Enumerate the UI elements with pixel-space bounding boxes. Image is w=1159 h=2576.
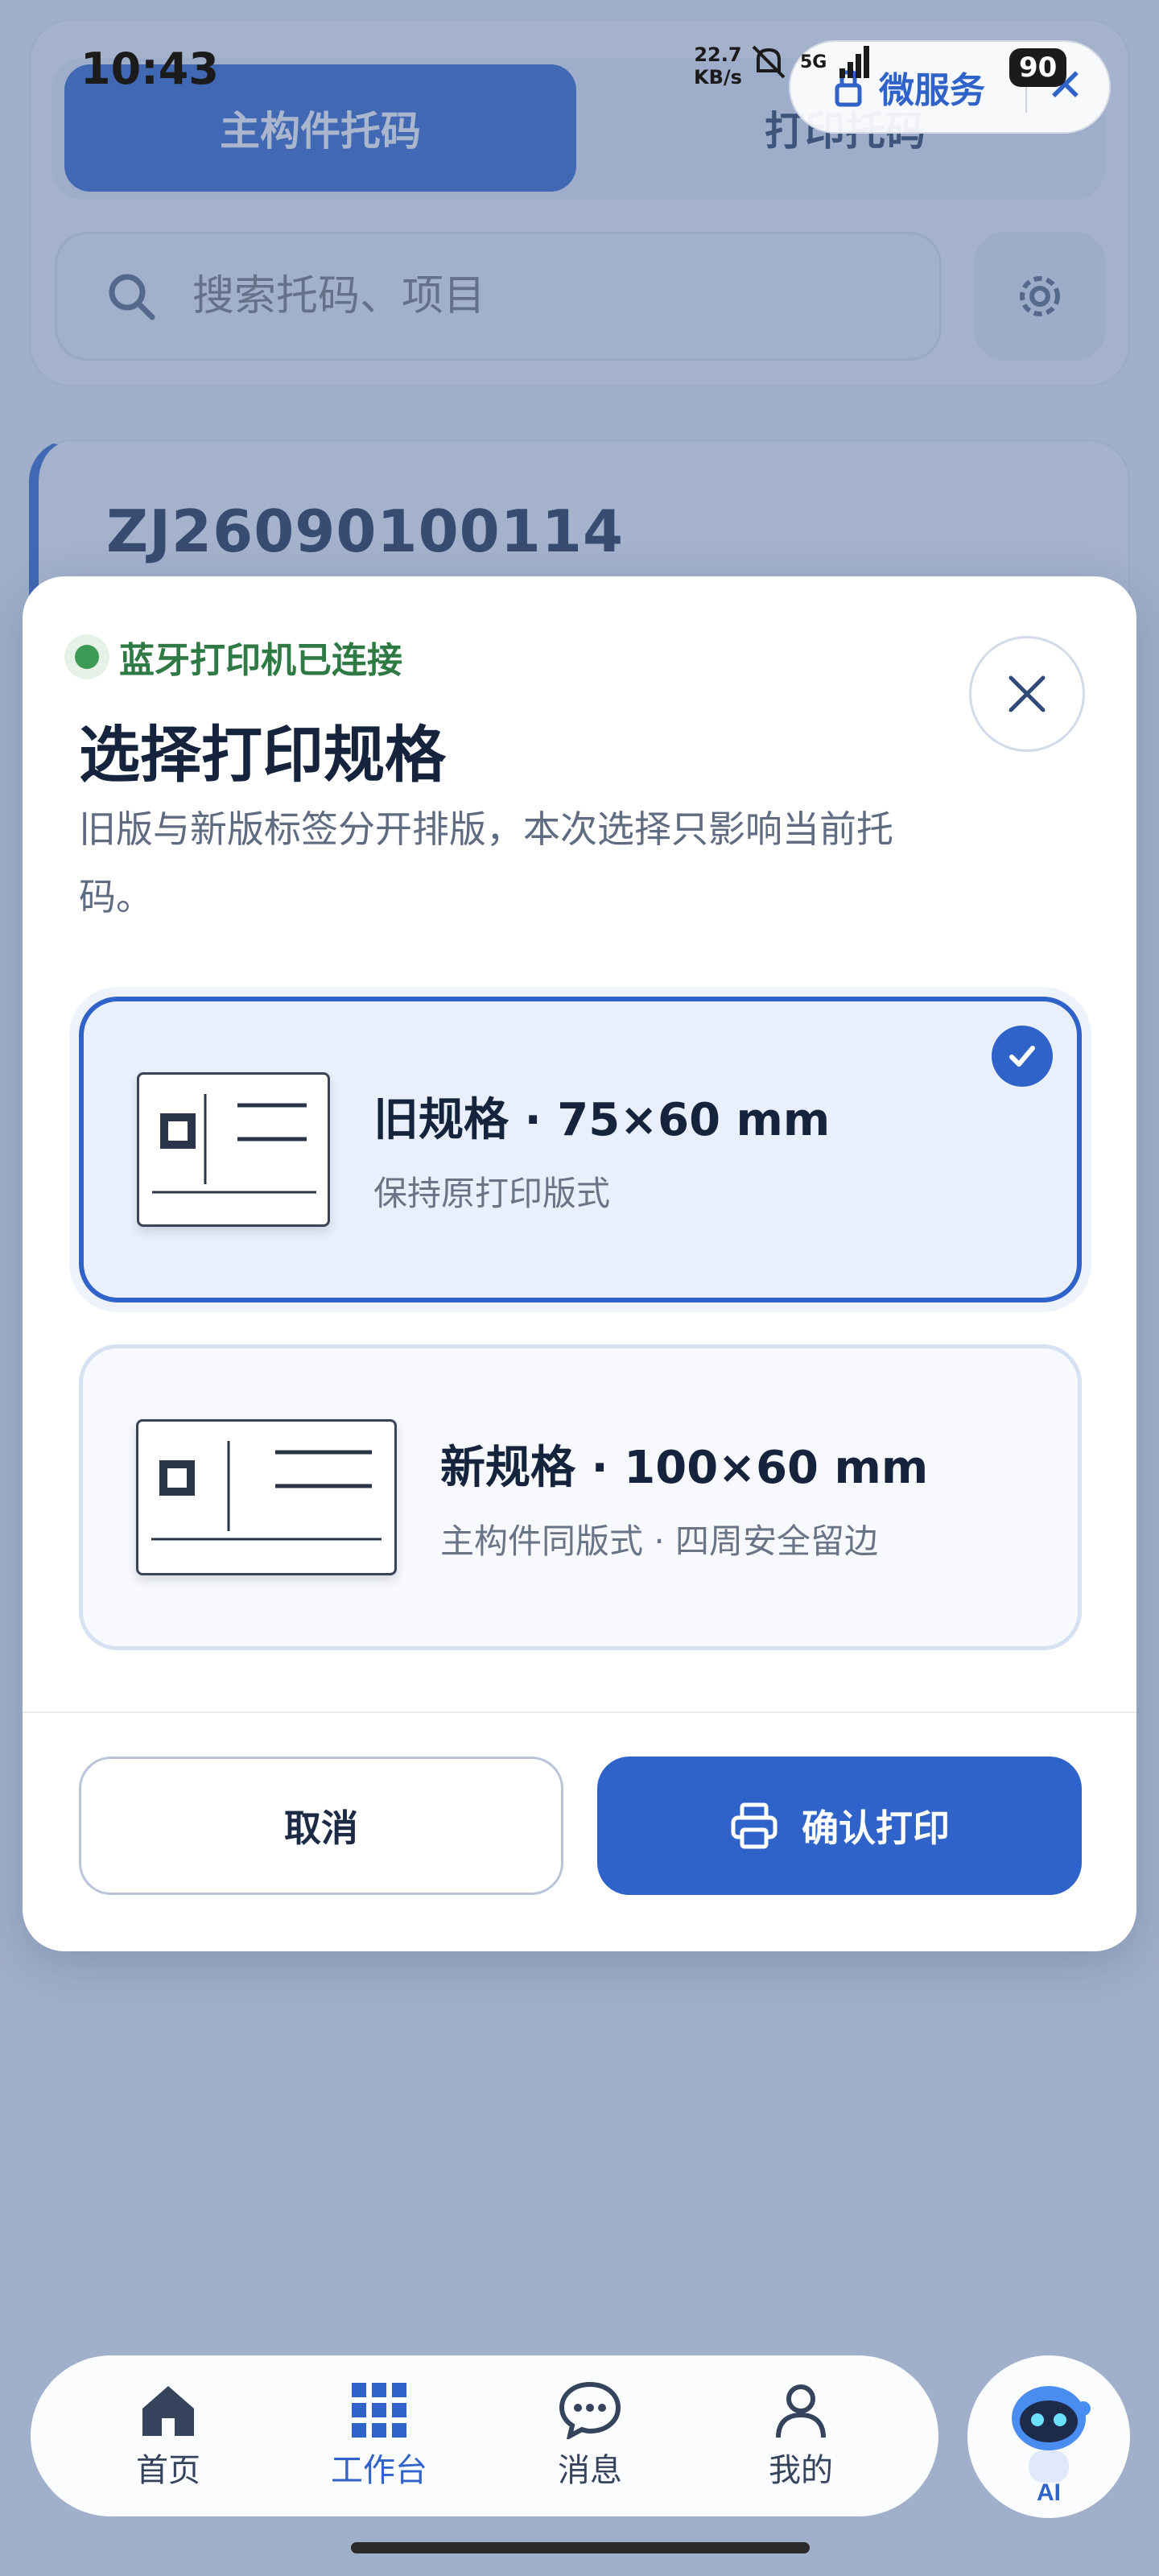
battery-indicator: 90: [1009, 48, 1067, 87]
status-bar: 10:43 22.7 KB/s 5G: [0, 0, 1159, 121]
status-dot-icon: [64, 634, 109, 679]
label-layout-icon: [152, 1094, 316, 1194]
tab-home[interactable]: 首页: [72, 2381, 265, 2491]
option-new-spec[interactable]: 新规格 · 100×60 mm 主构件同版式 · 四周安全留边: [79, 1344, 1082, 1650]
cancel-button[interactable]: 取消: [79, 1757, 563, 1895]
grid-icon: [352, 2383, 406, 2438]
home-indicator: [351, 2542, 810, 2553]
tab-profile[interactable]: 我的: [704, 2381, 897, 2491]
tab-label-home: 首页: [136, 2452, 200, 2489]
robot-assistant-icon: AI: [1012, 2386, 1091, 2505]
label-layout-icon: [151, 1441, 382, 1541]
user-icon: [776, 2384, 826, 2438]
confirm-print-button[interactable]: 确认打印: [597, 1757, 1082, 1895]
option-old-spec[interactable]: 旧规格 · 75×60 mm 保持原打印版式: [79, 997, 1082, 1302]
option-subtitle: 主构件同版式 · 四周安全留边: [440, 1521, 879, 1561]
tab-label-messages: 消息: [558, 2452, 622, 2489]
option-new-spec-text: 新规格 · 100×60 mm 主构件同版式 · 四周安全留边: [440, 1431, 928, 1563]
signal-icon: [839, 46, 870, 78]
home-icon: [142, 2386, 194, 2436]
dialog-title: 选择打印规格: [79, 719, 446, 791]
net-speed: 22.7 KB/s: [694, 43, 742, 89]
signal-5g-label-1: 5G: [800, 52, 827, 72]
printer-icon: [731, 1802, 777, 1849]
label-preview-75x60: [137, 1072, 330, 1227]
close-button[interactable]: [969, 636, 1085, 752]
ai-assistant-button[interactable]: AI: [967, 2355, 1130, 2518]
tab-label-workbench: 工作台: [331, 2452, 427, 2489]
status-icons: 5G: [749, 42, 870, 82]
confirm-print-label: 确认打印: [802, 1806, 950, 1850]
tab-messages[interactable]: 消息: [493, 2381, 687, 2491]
printer-connection-status: 蓝牙打印机已连接: [64, 631, 402, 683]
dialog-description: 旧版与新版标签分开排版，本次选择只影响当前托码。: [79, 807, 893, 919]
status-time: 10:43: [80, 43, 219, 94]
option-title: 新规格 · 100×60 mm: [440, 1442, 929, 1494]
option-old-spec-text: 旧规格 · 75×60 mm 保持原打印版式: [373, 1084, 830, 1216]
checkmark-icon: [992, 1026, 1053, 1087]
chat-icon: [559, 2381, 621, 2439]
option-subtitle: 保持原打印版式: [373, 1174, 611, 1213]
mute-bell-icon: [752, 45, 786, 79]
connection-status-text: 蓝牙打印机已连接: [119, 640, 402, 681]
footer-divider: [23, 1711, 1136, 1713]
ai-label: AI: [1037, 2479, 1061, 2505]
print-spec-dialog: 蓝牙打印机已连接 选择打印规格 旧版与新版标签分开排版，本次选择只影响当前托码。…: [23, 576, 1136, 1951]
close-icon: [1008, 675, 1046, 712]
option-title: 旧规格 · 75×60 mm: [373, 1094, 831, 1146]
tab-label-profile: 我的: [769, 2452, 833, 2489]
bottom-tab-bar: 首页 工作台 消息 我的: [31, 2355, 938, 2516]
label-preview-100x60: [136, 1419, 397, 1575]
tab-workbench[interactable]: 工作台: [283, 2381, 476, 2491]
